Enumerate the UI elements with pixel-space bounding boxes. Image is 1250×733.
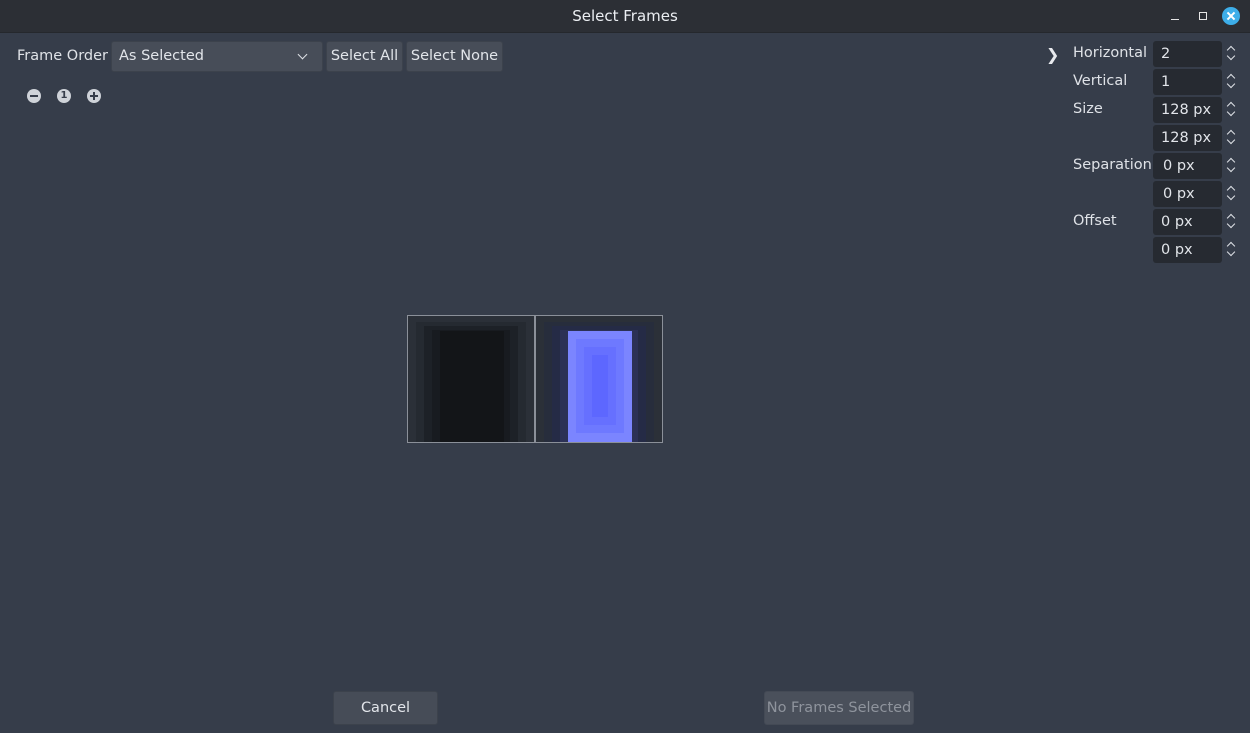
- offset-y-value: 0 px: [1161, 242, 1193, 258]
- offset-x-stepper-icon[interactable]: [1225, 209, 1237, 235]
- separation-x-value: 0 px: [1163, 158, 1195, 174]
- frame-cell[interactable]: [407, 315, 535, 443]
- size-y-value: 128 px: [1161, 130, 1212, 146]
- frame-cell[interactable]: [535, 315, 663, 443]
- frame-order-dropdown[interactable]: As Selected: [111, 41, 323, 72]
- separation-y-spinbox[interactable]: 0 px: [1153, 181, 1222, 207]
- chevron-down-icon: [297, 49, 308, 60]
- collapse-panel-icon[interactable]: ❯: [1046, 45, 1059, 64]
- select-all-button[interactable]: Select All: [326, 41, 403, 72]
- confirm-button[interactable]: No Frames Selected: [764, 691, 914, 725]
- window-title: Select Frames: [572, 7, 678, 25]
- horizontal-spinbox[interactable]: 2: [1153, 41, 1222, 67]
- separation-x-spinbox[interactable]: 0 px: [1153, 153, 1222, 179]
- offset-x-spinbox[interactable]: 0 px: [1153, 209, 1222, 235]
- zoom-out-icon[interactable]: [27, 89, 41, 103]
- vertical-stepper-icon[interactable]: [1225, 69, 1237, 95]
- size-x-value: 128 px: [1161, 102, 1212, 118]
- frame-order-label: Frame Order: [17, 48, 108, 64]
- select-none-button[interactable]: Select None: [406, 41, 503, 72]
- vertical-spinbox[interactable]: 1: [1153, 69, 1222, 95]
- vertical-value: 1: [1161, 74, 1171, 90]
- maximize-icon[interactable]: [1195, 8, 1211, 24]
- size-label: Size: [1073, 101, 1103, 117]
- offset-label: Offset: [1073, 213, 1117, 229]
- separation-y-stepper-icon[interactable]: [1225, 181, 1237, 207]
- horizontal-stepper-icon[interactable]: [1225, 41, 1237, 67]
- title-bar: Select Frames: [0, 0, 1250, 33]
- size-y-stepper-icon[interactable]: [1225, 125, 1237, 151]
- cancel-button[interactable]: Cancel: [333, 691, 438, 725]
- vertical-label: Vertical: [1073, 73, 1128, 89]
- minimize-icon[interactable]: [1167, 8, 1183, 24]
- separation-label: Separation: [1073, 157, 1152, 173]
- size-x-spinbox[interactable]: 128 px: [1153, 97, 1222, 123]
- separation-x-stepper-icon[interactable]: [1225, 153, 1237, 179]
- size-y-spinbox[interactable]: 128 px: [1153, 125, 1222, 151]
- zoom-reset-button[interactable]: 1: [57, 89, 71, 103]
- size-x-stepper-icon[interactable]: [1225, 97, 1237, 123]
- zoom-in-icon[interactable]: [87, 89, 101, 103]
- offset-y-spinbox[interactable]: 0 px: [1153, 237, 1222, 263]
- separation-y-value: 0 px: [1163, 186, 1195, 202]
- horizontal-label: Horizontal: [1073, 45, 1148, 61]
- frame-order-value: As Selected: [119, 48, 204, 64]
- close-icon[interactable]: [1222, 7, 1240, 25]
- horizontal-value: 2: [1161, 46, 1171, 62]
- sprite-sheet-preview: [407, 315, 664, 444]
- offset-x-value: 0 px: [1161, 214, 1193, 230]
- offset-y-stepper-icon[interactable]: [1225, 237, 1237, 263]
